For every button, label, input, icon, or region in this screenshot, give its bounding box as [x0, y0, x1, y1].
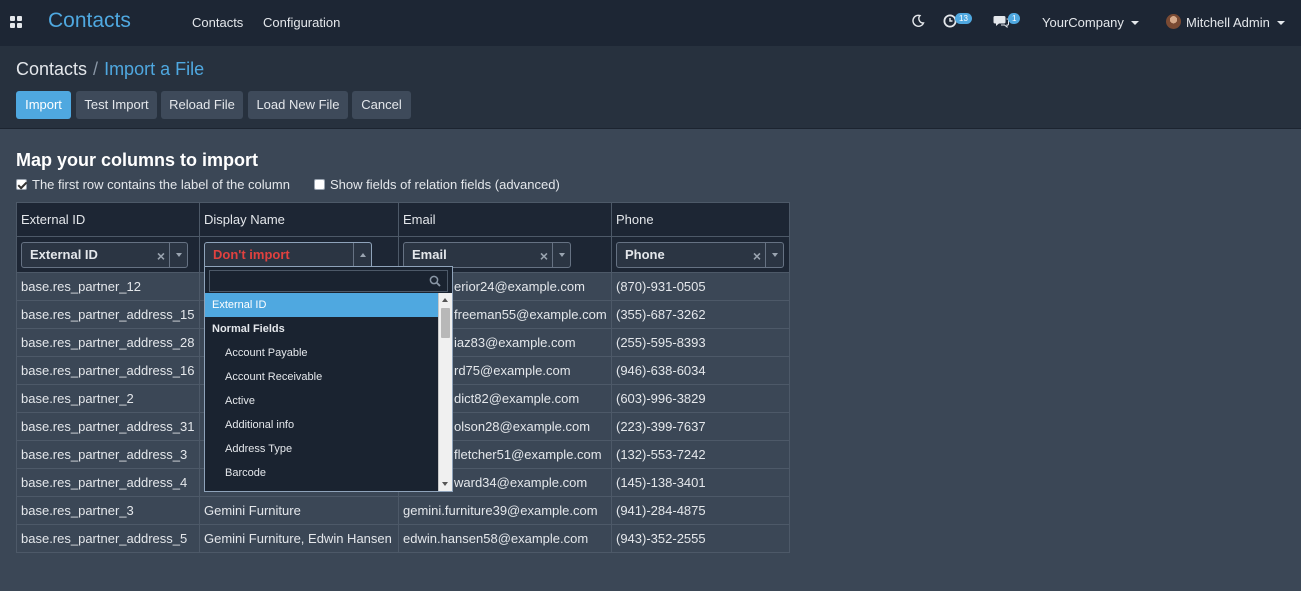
activities-count-badge: 13: [955, 13, 972, 24]
chevron-down-icon[interactable]: [552, 242, 570, 267]
apps-menu-icon[interactable]: [10, 16, 23, 29]
cell-external-id: base.res_partner_3: [16, 496, 200, 525]
breadcrumb: Contacts / Import a File: [16, 59, 204, 80]
field-select-email[interactable]: Email ×: [403, 241, 571, 268]
field-select-value: Phone: [625, 246, 665, 262]
show-relation-fields-checkbox[interactable]: [314, 179, 325, 190]
cell-phone: (255)-595-8393: [611, 328, 790, 357]
user-menu[interactable]: Mitchell Admin: [1186, 15, 1285, 30]
cell-phone: (145)-138-3401: [611, 468, 790, 497]
user-name: Mitchell Admin: [1186, 15, 1270, 30]
cell-phone: (355)-687-3262: [611, 300, 790, 329]
scroll-down-icon[interactable]: [442, 482, 448, 486]
messages-count-badge: 1: [1008, 13, 1021, 24]
cell-phone: (946)-638-6034: [611, 356, 790, 385]
table-row: base.res_partner_address_5 Gemini Furnitu…: [16, 524, 790, 553]
column-header-display-name: Display Name: [199, 202, 399, 237]
dropdown-option[interactable]: Address Type: [205, 437, 439, 461]
chevron-down-icon: [1130, 21, 1139, 25]
menu-contacts[interactable]: Contacts: [192, 15, 243, 30]
field-dropdown: External ID Normal Fields Account Payable A…: [204, 266, 453, 492]
cell-phone: (132)-553-7242: [611, 440, 790, 469]
first-row-checkbox[interactable]: [16, 179, 27, 190]
column-header-external-id: External ID: [16, 202, 200, 237]
cell-external-id: base.res_partner_address_4: [16, 468, 200, 497]
import-button[interactable]: Import: [16, 91, 71, 119]
show-relation-fields-text: Show fields of relation fields (advanced…: [330, 177, 560, 192]
show-relation-fields-option[interactable]: Show fields of relation fields (advanced…: [314, 177, 560, 192]
top-navbar: Contacts Contacts Configuration 13 1 You…: [0, 0, 1301, 46]
dropdown-option[interactable]: Account Receivable: [205, 365, 439, 389]
cell-external-id: base.res_partner_address_16: [16, 356, 200, 385]
dropdown-option[interactable]: External ID: [205, 293, 439, 317]
company-switcher[interactable]: YourCompany: [1042, 15, 1139, 30]
menu-configuration[interactable]: Configuration: [263, 15, 340, 30]
chevron-down-icon[interactable]: [765, 242, 783, 267]
cell-phone: (943)-352-2555: [611, 524, 790, 553]
test-import-button[interactable]: Test Import: [76, 91, 157, 119]
field-select-value: Email: [412, 246, 447, 262]
clear-icon[interactable]: ×: [157, 244, 165, 268]
cell-phone: (941)-284-4875: [611, 496, 790, 525]
cancel-button[interactable]: Cancel: [352, 91, 411, 119]
field-select-value: External ID: [30, 246, 98, 262]
chat-icon[interactable]: [993, 14, 1009, 28]
field-select-value: Don't import: [213, 246, 290, 262]
clear-icon[interactable]: ×: [753, 244, 761, 268]
cell-external-id: base.res_partner_address_5: [16, 524, 200, 553]
cell-external-id: base.res_partner_address_15: [16, 300, 200, 329]
mapping-title: Map your columns to import: [16, 150, 259, 170]
first-row-label-option[interactable]: The first row contains the label of the …: [16, 177, 290, 192]
reload-file-button[interactable]: Reload File: [161, 91, 243, 119]
cell-phone: (603)-996-3829: [611, 384, 790, 413]
moon-icon[interactable]: [911, 14, 925, 28]
dropdown-options: External ID Normal Fields Account Payable A…: [205, 293, 439, 491]
breadcrumb-parent[interactable]: Contacts: [16, 59, 87, 79]
dropdown-option[interactable]: Barcode: [205, 461, 439, 485]
chevron-down-icon: [1276, 21, 1285, 25]
cell-display-name: Gemini Furniture, Edwin Hansen: [199, 524, 399, 553]
column-header-email: Email: [398, 202, 612, 237]
control-panel: Contacts / Import a File Import Test Impor…: [0, 46, 1301, 129]
dropdown-group-label: Normal Fields: [212, 323, 285, 335]
cell-phone: (223)-399-7637: [611, 412, 790, 441]
column-header-phone: Phone: [611, 202, 790, 237]
field-select-external-id[interactable]: External ID ×: [21, 241, 188, 268]
field-select-phone[interactable]: Phone ×: [616, 241, 784, 268]
cell-external-id: base.res_partner_12: [16, 272, 200, 301]
load-new-file-button[interactable]: Load New File: [248, 91, 348, 119]
breadcrumb-separator: /: [93, 59, 99, 79]
cell-phone: (870)-931-0505: [611, 272, 790, 301]
cell-external-id: base.res_partner_address_31: [16, 412, 200, 441]
scroll-up-icon[interactable]: [442, 298, 448, 302]
search-icon: [429, 275, 441, 287]
cell-email: edwin.hansen58@example.com: [398, 524, 612, 553]
cell-external-id: base.res_partner_2: [16, 384, 200, 413]
scrollbar-thumb[interactable]: [441, 308, 450, 338]
breadcrumb-current: Import a File: [104, 59, 205, 79]
company-name: YourCompany: [1042, 15, 1124, 30]
dropdown-search-input[interactable]: [209, 270, 448, 292]
app-title[interactable]: Contacts: [48, 9, 131, 33]
chevron-up-icon[interactable]: [353, 242, 371, 267]
cell-display-name: Gemini Furniture: [199, 496, 399, 525]
clear-icon[interactable]: ×: [540, 244, 548, 268]
cell-email: gemini.furniture39@example.com: [398, 496, 612, 525]
avatar[interactable]: [1166, 14, 1181, 29]
chevron-down-icon[interactable]: [169, 242, 187, 267]
cell-external-id: base.res_partner_address_3: [16, 440, 200, 469]
field-select-display-name[interactable]: Don't import: [204, 241, 372, 268]
cell-external-id: base.res_partner_address_28: [16, 328, 200, 357]
dropdown-option[interactable]: Account Payable: [205, 341, 439, 365]
table-row: base.res_partner_3 Gemini Furniture gemini…: [16, 496, 790, 525]
first-row-label-text: The first row contains the label of the …: [32, 177, 290, 192]
dropdown-scrollbar[interactable]: [438, 293, 452, 491]
dropdown-option[interactable]: Additional info: [205, 413, 439, 437]
dropdown-option[interactable]: Active: [205, 389, 439, 413]
